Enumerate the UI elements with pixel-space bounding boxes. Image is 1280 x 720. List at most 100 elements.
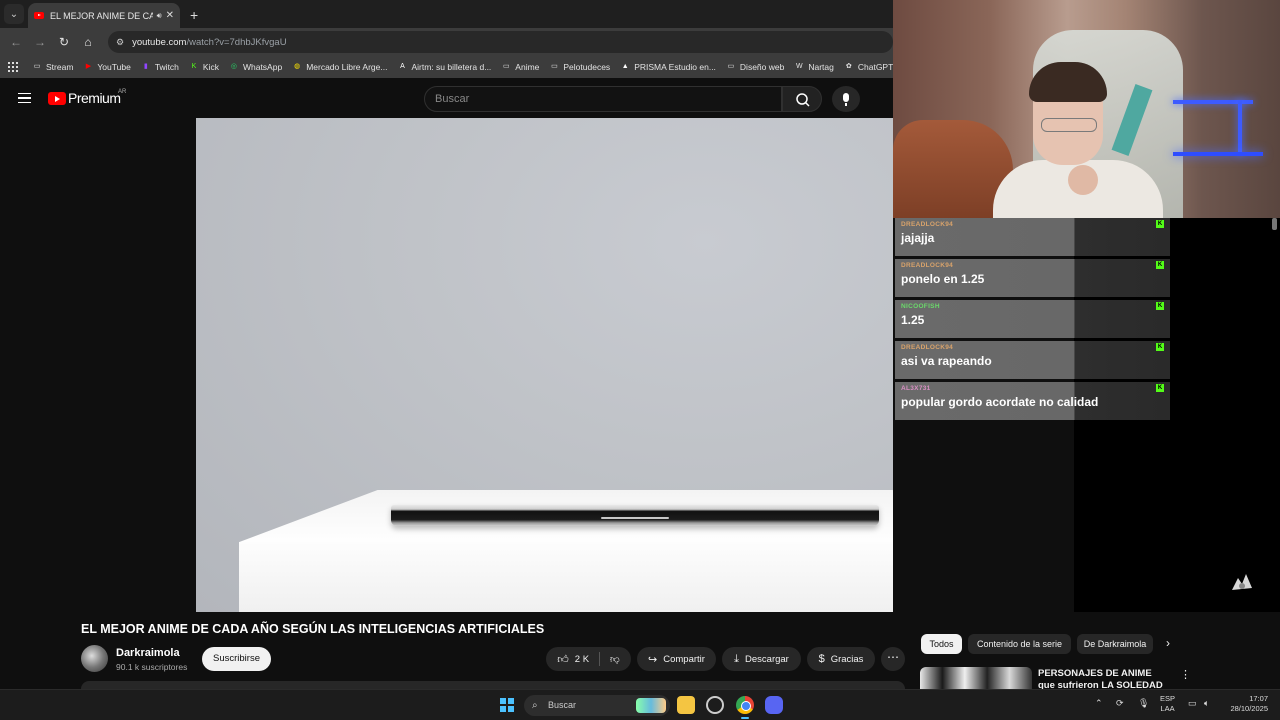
- video-frame-laptop: [391, 505, 879, 526]
- bookmark-item[interactable]: ▭ Pelotudeces: [549, 62, 610, 72]
- bookmark-item[interactable]: A Airtm: su billetera d...: [397, 62, 491, 72]
- subscribe-button[interactable]: Suscribirse: [202, 647, 271, 671]
- new-tab-icon[interactable]: +: [190, 7, 198, 23]
- channel-name[interactable]: Darkraimola: [116, 647, 180, 659]
- download-label: Descargar: [745, 653, 789, 665]
- whatsapp-icon: ◎: [230, 63, 238, 70]
- windows-start-icon[interactable]: [500, 698, 514, 712]
- youtube-logo-icon[interactable]: [48, 92, 66, 105]
- microphone-icon[interactable]: 🎙︎: [1138, 698, 1149, 709]
- bookmark-item[interactable]: ✿ ChatGPT: [844, 62, 893, 72]
- youtube-premium-label[interactable]: Premium: [68, 90, 121, 106]
- bookmark-item[interactable]: ▲ PRISMA Estudio en...: [620, 62, 716, 72]
- chat-username: DREADLOCK94: [901, 262, 954, 269]
- volume-icon[interactable]: 🔈︎: [1204, 698, 1209, 709]
- tab-search-button[interactable]: ⌄: [4, 4, 24, 24]
- kick-icon: K: [1156, 384, 1164, 392]
- chat-messages: DREADLOCK94 jajajja K DREADLOCK94 ponelo en …: [895, 218, 1170, 423]
- webcam-person-glasses: [1041, 118, 1097, 132]
- folder-icon: ▭: [727, 63, 735, 70]
- menu-icon[interactable]: [18, 93, 31, 103]
- thumbs-down-icon[interactable]: 👎︎: [610, 653, 620, 665]
- more-vertical-icon[interactable]: ⋮: [1180, 668, 1191, 681]
- download-icon: ⤓: [734, 652, 740, 665]
- address-bar[interactable]: ⚙ youtube.com/watch?v=7dhbJKfvgaU: [108, 31, 893, 53]
- folder-icon: ▭: [551, 63, 558, 70]
- sync-icon[interactable]: ⟳: [1116, 698, 1124, 709]
- network-icon[interactable]: ▭: [1188, 698, 1197, 709]
- home-icon[interactable]: ⌂: [76, 35, 100, 49]
- webcam-person-hand: [1068, 165, 1098, 195]
- chat-message: DREADLOCK94 jajajja K: [895, 218, 1170, 256]
- apps-grid-icon[interactable]: [8, 62, 18, 72]
- bookmark-item[interactable]: ▭ Anime: [501, 62, 539, 72]
- bookmark-item[interactable]: ▮ Twitch: [141, 62, 179, 72]
- voice-search-button[interactable]: [832, 86, 860, 112]
- webcam-feed: [893, 0, 1280, 218]
- share-icon: ↪: [648, 653, 658, 666]
- close-tab-icon[interactable]: ✕: [166, 10, 174, 21]
- scrollbar-thumb[interactable]: [1272, 218, 1277, 230]
- app-icon[interactable]: [706, 696, 724, 714]
- recommendation-thumbnail[interactable]: [920, 667, 1032, 689]
- forward-arrow-icon[interactable]: →: [28, 35, 52, 49]
- bookmark-label: Nartag: [808, 62, 834, 72]
- youtube-icon: ▶: [85, 63, 92, 70]
- chat-username: NICOOFISH: [901, 303, 940, 310]
- webcam-neon-light-vertical: [1238, 100, 1242, 155]
- share-label: Compartir: [663, 653, 705, 665]
- chip-all[interactable]: Todos: [921, 634, 962, 654]
- reload-icon[interactable]: ↻: [52, 35, 76, 49]
- taskbar-search[interactable]: ⌕ Buscar: [524, 695, 670, 716]
- file-explorer-icon[interactable]: [677, 696, 695, 714]
- browser-tab-strip: ⌄ EL MEJOR ANIME DE CADA 🔊︎ ✕ +: [0, 0, 893, 28]
- chrome-icon[interactable]: [736, 696, 754, 714]
- chip-from-channel[interactable]: De Darkraimola: [1077, 634, 1153, 654]
- bookmark-label: Diseño web: [739, 62, 785, 72]
- chat-message: DREADLOCK94 asi va rapeando K: [895, 341, 1170, 379]
- bookmark-label: PRISMA Estudio en...: [634, 62, 716, 72]
- bookmark-item[interactable]: ▭ Diseño web: [726, 62, 785, 72]
- system-clock[interactable]: 17:07 28/10/2025: [1224, 694, 1268, 714]
- chat-message: NICOOFISH 1.25 K: [895, 300, 1170, 338]
- chat-username: DREADLOCK94: [901, 344, 954, 351]
- bookmark-item[interactable]: K Kick: [189, 62, 219, 72]
- clock-date: 28/10/2025: [1230, 704, 1268, 713]
- kick-icon: K: [191, 63, 197, 70]
- more-actions-icon[interactable]: ⋯: [881, 647, 905, 671]
- chevron-right-icon[interactable]: ›: [1166, 636, 1170, 650]
- channel-avatar[interactable]: [81, 645, 108, 672]
- bookmark-label: ChatGPT: [857, 62, 893, 72]
- chevron-up-icon[interactable]: ⌃: [1095, 698, 1103, 709]
- description-box[interactable]: [81, 681, 905, 689]
- youtube-search-input[interactable]: Buscar: [424, 86, 782, 112]
- search-button[interactable]: [782, 86, 822, 112]
- recommendation-title[interactable]: PERSONAJES DE ANIME que sufrieron LA SOL…: [1038, 668, 1168, 690]
- thanks-button[interactable]: $ Gracias: [807, 647, 875, 671]
- webcam-neon-light-lower: [1173, 152, 1263, 156]
- bookmark-item[interactable]: ▭ Stream: [32, 62, 74, 72]
- speaker-icon[interactable]: 🔊︎: [157, 11, 162, 21]
- youtube-header: Premium AR Buscar: [0, 78, 893, 118]
- like-dislike-group: 👍︎ 2 K 👎︎: [546, 647, 631, 671]
- kick-icon: K: [1156, 343, 1164, 351]
- download-button[interactable]: ⤓ Descargar: [722, 647, 801, 671]
- bookmark-item[interactable]: ▶ YouTube: [83, 62, 131, 72]
- bookmark-item[interactable]: ◎ WhatsApp: [229, 62, 282, 72]
- active-app-indicator: [741, 717, 749, 719]
- site-info-icon[interactable]: ⚙: [116, 37, 124, 48]
- share-button[interactable]: ↪ Compartir: [637, 647, 716, 671]
- like-count[interactable]: 2 K: [575, 654, 589, 665]
- discord-icon[interactable]: [765, 696, 783, 714]
- chat-username: AL3X731: [901, 385, 931, 392]
- chip-series-content[interactable]: Contenido de la serie: [968, 634, 1071, 654]
- lang-bottom: LAA: [1160, 704, 1175, 713]
- bookmark-label: Twitch: [154, 62, 179, 72]
- bookmark-item[interactable]: W Nartag: [794, 62, 834, 72]
- thumbs-up-icon[interactable]: 👍︎: [557, 653, 569, 666]
- browser-tab-active[interactable]: EL MEJOR ANIME DE CADA 🔊︎ ✕: [28, 3, 180, 28]
- url-host: youtube.com: [132, 36, 187, 48]
- back-arrow-icon[interactable]: ←: [4, 35, 28, 49]
- language-indicator[interactable]: ESP LAA: [1160, 694, 1175, 714]
- bookmark-item[interactable]: ◍ Mercado Libre Arge...: [292, 62, 387, 72]
